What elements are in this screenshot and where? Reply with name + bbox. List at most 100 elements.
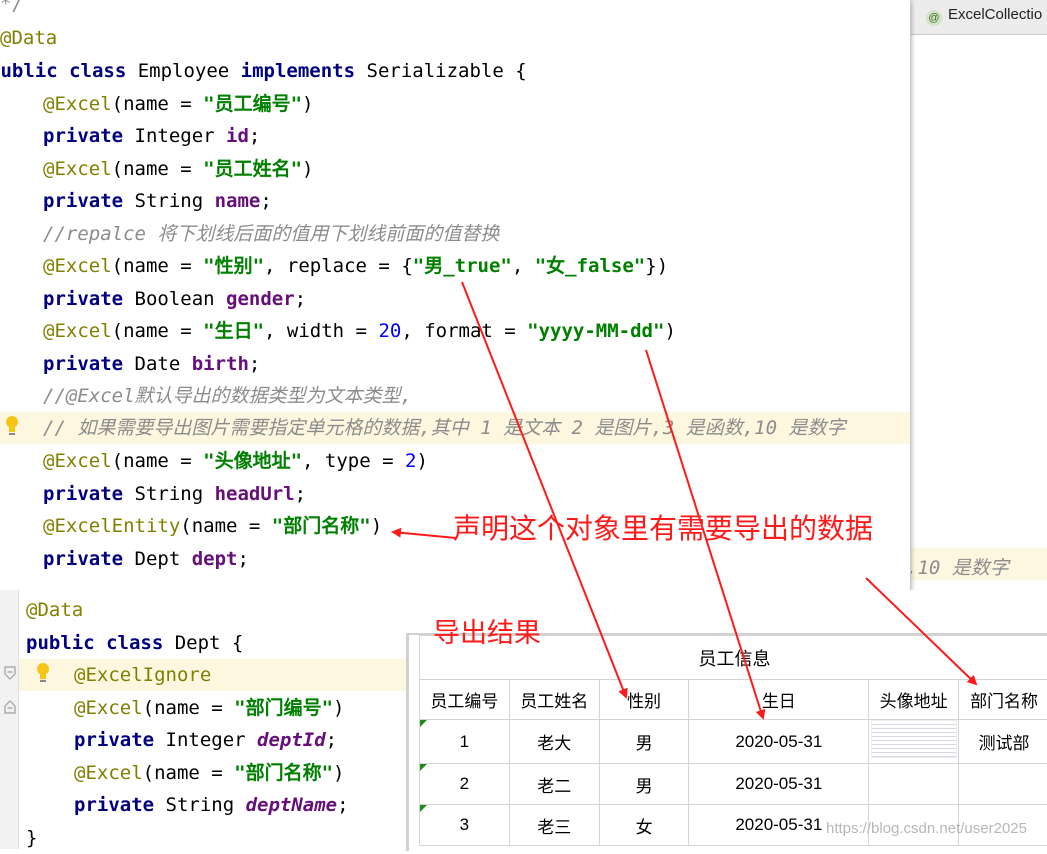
string-token: "男_true" <box>413 255 512 277</box>
code-line: private Integer deptId; <box>74 724 337 756</box>
plain-token: ; <box>337 794 348 816</box>
field-token: deptName <box>246 794 338 816</box>
plain-token: ) <box>302 93 313 115</box>
table-cell: 老三 <box>509 805 599 846</box>
keyword-token: private <box>74 794 166 816</box>
plain-token: , width = <box>264 320 378 342</box>
type-token: Serializable { <box>367 60 527 82</box>
tab-excel-collection[interactable]: @ExcelCollectio <box>926 6 1042 30</box>
type-token: Integer <box>166 729 258 751</box>
number-token: 20 <box>378 320 401 342</box>
plain-token: }) <box>645 255 668 277</box>
code-line: @Excel(name = "员工姓名") <box>43 153 314 185</box>
keyword-token: private <box>43 483 135 505</box>
code-line: } <box>26 822 37 854</box>
plain-token: (name = <box>112 93 204 115</box>
code-line: @Excel(name = "部门编号") <box>74 692 345 724</box>
lightbulb-icon[interactable] <box>5 415 19 437</box>
plain-token: , format = <box>401 320 527 342</box>
type-token: Integer <box>135 125 227 147</box>
table-header: 头像地址 <box>869 680 959 720</box>
plain-token: ; <box>326 729 337 751</box>
string-token: "部门名称" <box>234 762 333 784</box>
plain-token: ) <box>371 515 382 537</box>
annotation-token: @Data <box>0 27 57 49</box>
keyword-token: private <box>43 548 135 570</box>
code-line: public class Dept { <box>26 627 243 659</box>
string-token: "部门名称" <box>272 515 371 537</box>
table-cell: 2020-05-31 <box>689 720 869 764</box>
fold-icon[interactable] <box>4 666 16 680</box>
employee-code-editor[interactable]: */ @Data public class Employee implement… <box>0 0 911 591</box>
code-line: private String deptName; <box>74 789 349 821</box>
table-cell: 女 <box>599 805 689 846</box>
keyword-token: private <box>43 190 135 212</box>
field-token: gender <box>226 288 295 310</box>
highlighted-code-line: // 如果需要导出图片需要指定单元格的数据,其中 1 是文本 2 是图片,3 是… <box>0 412 910 444</box>
code-line: //@Excel默认导出的数据类型为文本类型, <box>43 380 412 412</box>
watermark-text: https://blog.csdn.net/user2025 <box>826 820 1027 837</box>
plain-token: (name = <box>143 697 235 719</box>
plain-token: (name = <box>180 515 272 537</box>
plain-token: ) <box>416 450 427 472</box>
annotation-token: @Excel <box>74 697 143 719</box>
plain-token: , replace = { <box>264 255 413 277</box>
table-cell: 3 <box>420 805 510 846</box>
keyword-token: public class <box>0 60 138 82</box>
string-token: "女_false" <box>535 255 646 277</box>
field-token: id <box>226 125 249 147</box>
comment-token: // 如果需要导出图片需要指定单元格的数据,其中 1 是文本 2 是图片,3 是… <box>43 412 845 444</box>
table-header: 部门名称 <box>959 680 1047 720</box>
keyword-token: private <box>74 729 166 751</box>
export-result-table-image: 员工信息 员工编号 员工姓名 性别 生日 头像地址 部门名称 1 老大 男 20… <box>406 633 1047 851</box>
fold-icon[interactable] <box>4 700 16 714</box>
table-cell <box>869 764 959 805</box>
annotation-declare-text: 声明这个对象里有需要导出的数据 <box>453 507 873 547</box>
plain-token: ) <box>333 697 344 719</box>
class-name-token: Dept { <box>175 632 244 654</box>
plain-token: ; <box>260 190 271 212</box>
comment-token: //repalce 将下划线后面的值用下划线前面的值替换 <box>43 223 499 245</box>
annotation-result-text: 导出结果 <box>433 611 541 650</box>
code-line: private String name; <box>43 185 272 217</box>
string-token: "yyyy-MM-dd" <box>527 320 664 342</box>
code-line: public class Employee implements Seriali… <box>0 55 527 87</box>
plain-token: (name = <box>112 450 204 472</box>
comment-token: //@Excel默认导出的数据类型为文本类型, <box>43 385 412 407</box>
keyword-token: private <box>43 353 135 375</box>
type-token: String <box>135 483 215 505</box>
tab-label: ExcelCollectio <box>948 6 1042 23</box>
table-cell: 2 <box>420 764 510 805</box>
type-token: Date <box>135 353 192 375</box>
editor-tab-bar: @ExcelCollectio <box>906 0 1047 35</box>
table-cell: 2020-05-31 <box>689 764 869 805</box>
background-comment-text: ,10 是数字 <box>906 553 1009 580</box>
lightbulb-icon[interactable] <box>36 662 50 684</box>
number-token: 2 <box>405 450 416 472</box>
table-cell: 老大 <box>509 720 599 764</box>
string-token: "部门编号" <box>234 697 333 719</box>
type-token: String <box>166 794 246 816</box>
plain-token: ; <box>237 548 248 570</box>
annotation-token: @ExcelEntity <box>43 515 180 537</box>
type-token: String <box>135 190 215 212</box>
table-header: 员工编号 <box>420 680 510 720</box>
field-token: dept <box>192 548 238 570</box>
field-token: name <box>215 190 261 212</box>
type-token: Dept <box>135 548 192 570</box>
annotation-token: @Data <box>26 599 83 621</box>
plain-token: (name = <box>112 320 204 342</box>
string-token: "性别" <box>203 255 264 277</box>
annotation-token: @Excel <box>74 762 143 784</box>
plain-token: ; <box>295 288 306 310</box>
code-line: //repalce 将下划线后面的值用下划线前面的值替换 <box>43 218 499 250</box>
table-row: 2 老二 男 2020-05-31 <box>420 764 1047 805</box>
table-cell: 1 <box>420 720 510 764</box>
keyword-token: public class <box>26 632 175 654</box>
plain-token: ) <box>302 158 313 180</box>
plain-token: ; <box>295 483 306 505</box>
string-token: "员工姓名" <box>203 158 302 180</box>
code-line: private Integer id; <box>43 120 260 152</box>
field-token: birth <box>192 353 249 375</box>
annotation-token: @Excel <box>43 255 112 277</box>
